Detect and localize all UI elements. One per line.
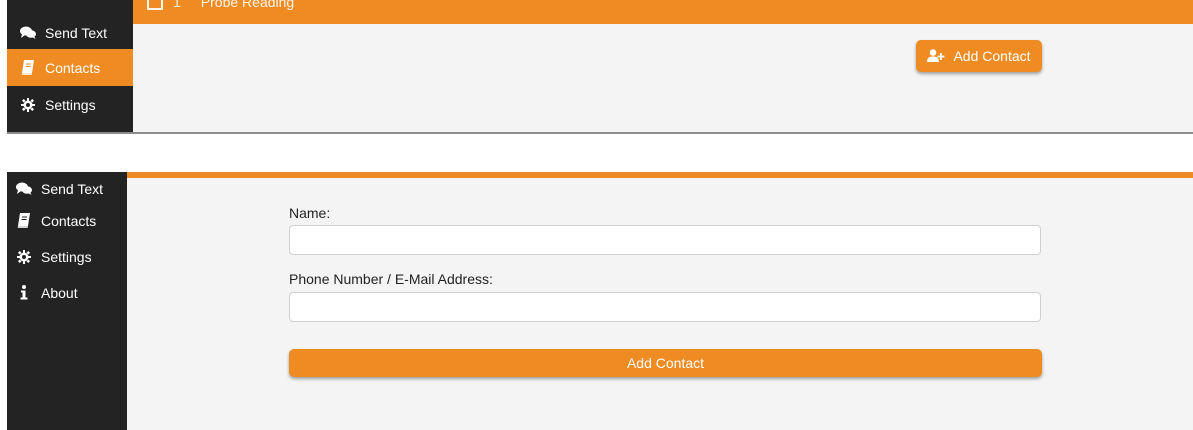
header-bar: 1 Probe Reading <box>133 0 1193 24</box>
breadcrumb-title: Probe Reading <box>200 0 295 10</box>
book-icon <box>19 59 37 76</box>
sidebar-item-contacts[interactable]: Contacts <box>7 202 127 239</box>
name-field[interactable] <box>289 225 1041 255</box>
sidebar-item-about[interactable]: About <box>7 274 127 311</box>
add-contact-submit-button[interactable]: Add Contact <box>289 349 1042 377</box>
contacts-list-view: Send Text Contacts Settings 1 Probe Readi… <box>0 0 1193 136</box>
sidebar-item-label: Send Text <box>45 24 108 41</box>
divider <box>7 132 1193 134</box>
sidebar-item-label: Settings <box>45 96 96 113</box>
sidebar: Send Text Contacts Settings <box>7 0 133 134</box>
gear-icon <box>15 249 33 265</box>
book-icon <box>15 212 33 229</box>
sidebar-item-label: Contacts <box>45 59 101 76</box>
comments-icon <box>19 25 37 41</box>
user-plus-icon <box>927 49 945 63</box>
sidebar-item-contacts[interactable]: Contacts <box>7 49 133 86</box>
sidebar-item-label: About <box>41 284 78 301</box>
sidebar-item-settings[interactable]: Settings <box>7 238 127 275</box>
comments-icon <box>15 181 33 197</box>
contact-field[interactable] <box>289 292 1041 322</box>
info-icon <box>15 285 33 301</box>
breadcrumb-number: 1 <box>173 0 181 10</box>
add-contact-button-label: Add Contact <box>953 48 1031 64</box>
header-bar <box>127 172 1193 178</box>
mail-icon <box>147 0 163 11</box>
add-contact-button[interactable]: Add Contact <box>916 40 1042 72</box>
contact-label: Phone Number / E-Mail Address: <box>289 271 493 287</box>
sidebar: Send Text Contacts Settings About <box>7 172 127 430</box>
sidebar-item-send-text[interactable]: Send Text <box>7 14 133 51</box>
sidebar-item-label: Contacts <box>41 212 97 229</box>
sidebar-item-settings[interactable]: Settings <box>7 86 133 123</box>
gear-icon <box>19 97 37 113</box>
add-contact-form-view: Send Text Contacts Settings About Name: … <box>0 172 1193 430</box>
sidebar-item-label: Send Text <box>41 180 104 197</box>
sidebar-item-label: Settings <box>41 248 92 265</box>
breadcrumb: 1 Probe Reading <box>147 0 295 11</box>
name-label: Name: <box>289 205 331 221</box>
